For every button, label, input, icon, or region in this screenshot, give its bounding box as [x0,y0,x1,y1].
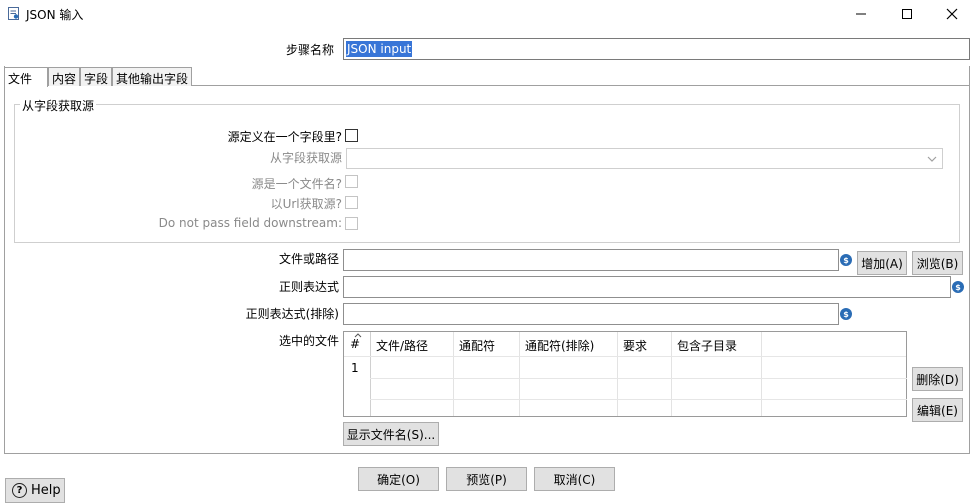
row-divider [370,378,907,379]
minimize-button[interactable] [838,0,884,28]
json-input-icon [8,7,19,20]
window-title: JSON 输入 [26,8,84,22]
tab-fields[interactable]: 字段 [80,67,112,86]
title-bar: JSON 输入 [0,0,975,28]
source-in-field-checkbox[interactable] [345,129,358,142]
tab-content[interactable]: 内容 [48,67,80,86]
do-not-pass-field-label: Do not pass field downstream: [158,216,342,230]
source-is-filename-checkbox[interactable] [345,175,358,188]
preview-button[interactable]: 预览(P) [446,467,527,491]
step-name-input[interactable]: JSON input [343,38,970,60]
edit-button[interactable]: 编辑(E) [912,398,963,422]
maximize-button[interactable] [884,0,930,28]
row-divider [370,399,907,400]
delete-button[interactable]: 删除(D) [912,367,963,391]
selected-files-label: 选中的文件 [278,334,339,348]
regex-input[interactable] [343,276,951,298]
cancel-button[interactable]: 取消(C) [534,467,615,491]
get-source-from-field-select[interactable] [346,148,943,169]
sort-icon [354,333,362,338]
table-row[interactable]: 1 [344,357,906,378]
browse-button[interactable]: 浏览(B) [912,251,963,275]
tab-additional-output-fields[interactable]: 其他输出字段 [112,67,192,86]
regex-label: 正则表达式 [278,280,339,294]
ok-button[interactable]: 确定(O) [358,467,439,491]
row-number: 1 [351,361,359,375]
chevron-down-icon [923,150,941,167]
do-not-pass-field-checkbox[interactable] [345,217,358,230]
column-header-required[interactable]: 要求 [617,332,671,356]
file-or-dir-label: 文件或路径 [278,252,339,266]
get-source-from-field-label: 从字段获取源 [269,151,342,165]
help-button[interactable]: ? Help [5,478,65,503]
maximize-icon [902,9,912,19]
variable-icon[interactable]: $ [840,308,852,320]
exclude-regex-label: 正则表达式(排除) [245,307,339,321]
exclude-regex-input[interactable] [343,303,839,325]
variable-icon[interactable]: $ [840,254,852,266]
minimize-icon [856,13,866,15]
tab-file[interactable]: 文件 [4,67,48,87]
source-is-filename-label: 源是一个文件名? [251,177,342,191]
close-button[interactable] [929,0,975,28]
close-icon [946,8,958,20]
source-group-title: 从字段获取源 [20,97,97,114]
source-in-field-label: 源定义在一个字段里? [227,130,342,144]
show-filenames-button[interactable]: 显示文件名(S)... [343,422,439,446]
help-icon: ? [12,483,27,498]
column-header-file-path[interactable]: 文件/路径 [370,332,453,356]
read-url-label: 以Url获取源? [270,197,342,211]
read-url-checkbox[interactable] [345,196,358,209]
variable-icon[interactable]: $ [952,281,964,293]
add-button[interactable]: 增加(A) [857,251,907,275]
file-or-dir-input[interactable] [343,249,839,271]
step-name-label: 步骤名称 [286,43,335,57]
help-label: Help [31,483,61,498]
column-header-wildcard-exclude[interactable]: 通配符(排除) [519,332,617,356]
step-name-value: JSON input [346,41,413,57]
selected-files-table[interactable]: # 文件/路径 通配符 通配符(排除) 要求 包含子目录 1 [343,331,907,417]
column-header-wildcard[interactable]: 通配符 [453,332,519,356]
column-header-include-subfolders[interactable]: 包含子目录 [671,332,761,356]
